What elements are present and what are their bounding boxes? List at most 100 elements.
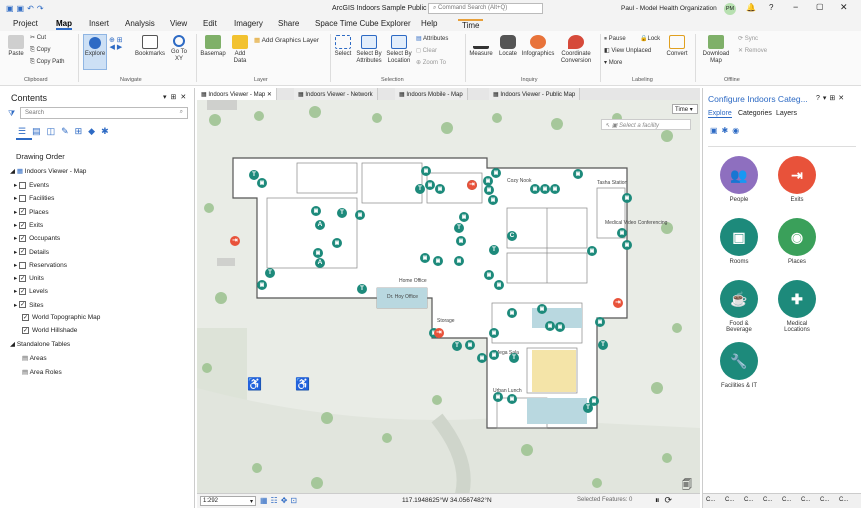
attributes-button[interactable]: ▤ Attributes <box>416 36 448 43</box>
poi-marker-icon[interactable]: ▣ <box>456 236 466 246</box>
copy-button[interactable]: ⎘ Copy <box>30 47 50 54</box>
category-places[interactable]: ◉ Places <box>777 218 817 265</box>
select-by-location-button[interactable]: Select By Location <box>385 35 413 65</box>
explore-button[interactable]: Explore <box>83 34 107 70</box>
select-button[interactable]: Select <box>333 35 353 58</box>
tab-space-time-cube[interactable]: Space Time Cube Explorer <box>315 19 411 28</box>
tab-edit[interactable]: Edit <box>203 19 217 28</box>
poi-marker-icon[interactable]: T <box>489 245 499 255</box>
poi-marker-icon[interactable]: ▣ <box>420 253 430 263</box>
navigate-arrows-icon[interactable]: ⊕ ⊞ ◀ ▶ <box>109 37 123 51</box>
cut-button[interactable]: ✂ Cut <box>30 35 46 42</box>
layer-item[interactable]: ▸ ✓ Places <box>14 208 49 216</box>
clear-button[interactable]: ◻ Clear <box>416 48 437 55</box>
poi-marker-icon[interactable]: A <box>315 220 325 230</box>
poi-marker-icon[interactable]: T <box>415 184 425 194</box>
standalone-tables-node[interactable]: ◢ Standalone Tables <box>10 340 70 348</box>
basemap-button[interactable]: Basemap <box>199 35 227 58</box>
layer-checkbox[interactable]: ✓ <box>19 274 27 282</box>
tab-map[interactable]: Map <box>56 19 72 30</box>
exit-marker-icon[interactable]: ⇥ <box>467 180 477 190</box>
pane-tab[interactable]: C... <box>801 497 810 503</box>
tab-time[interactable]: Time <box>458 19 484 30</box>
exit-marker-icon[interactable]: ⇥ <box>434 328 444 338</box>
layer-checkbox[interactable]: ✓ <box>19 248 27 256</box>
poi-marker-icon[interactable]: ▣ <box>311 206 321 216</box>
pause-labels-button[interactable]: ⏸ Pause <box>604 36 626 43</box>
poi-marker-icon[interactable]: ▣ <box>257 178 267 188</box>
poi-marker-icon[interactable]: ▣ <box>587 246 597 256</box>
tab-explore[interactable]: Explore <box>708 110 732 118</box>
zoom-to-button[interactable]: ⊕ Zoom To <box>416 60 446 67</box>
poi-marker-icon[interactable]: ▣ <box>433 256 443 266</box>
poi-marker-icon[interactable]: ▣ <box>435 184 445 194</box>
infographics-button[interactable]: Infographics <box>521 35 555 58</box>
layer-checkbox[interactable] <box>19 261 27 269</box>
tab-categories[interactable]: Categories <box>738 110 772 117</box>
tab-project[interactable]: Project <box>13 19 38 28</box>
tab-share[interactable]: Share <box>278 19 299 28</box>
locate-button[interactable]: Locate <box>497 35 519 58</box>
layer-item[interactable]: ▸ Reservations <box>14 261 67 269</box>
layer-item[interactable]: ▸ ✓ Levels <box>14 287 48 295</box>
poi-marker-icon[interactable]: ▣ <box>465 340 475 350</box>
tab-indoors-viewer-network[interactable]: ▦ Indoors Viewer - Network <box>294 88 378 100</box>
poi-marker-icon[interactable]: ▣ <box>477 353 487 363</box>
add-graphics-layer-button[interactable]: ▦ Add Graphics Layer <box>254 37 319 44</box>
avatar[interactable]: PM <box>724 3 736 15</box>
pane-tab[interactable]: C... <box>839 497 848 503</box>
add-data-button[interactable]: Add Data <box>229 35 251 65</box>
poi-marker-icon[interactable]: ▣ <box>595 317 605 327</box>
layer-item[interactable]: ▸ ✓ Sites <box>14 301 44 309</box>
category-food-beverage[interactable]: ☕ Food & Beverage <box>719 280 759 333</box>
layer-item[interactable]: ▸ Facilities <box>14 194 54 202</box>
poi-marker-icon[interactable]: ▣ <box>617 228 627 238</box>
layer-checkbox[interactable]: ✓ <box>19 301 27 309</box>
poi-marker-icon[interactable]: ▣ <box>622 240 632 250</box>
pane-tab[interactable]: C... <box>725 497 734 503</box>
poi-marker-icon[interactable]: ▣ <box>421 166 431 176</box>
quick-access-icons[interactable]: ▣▣↶↷ <box>6 4 47 13</box>
bookmarks-button[interactable]: Bookmarks <box>135 35 165 58</box>
poi-marker-icon[interactable]: ▣ <box>459 212 469 222</box>
poi-marker-icon[interactable]: ▣ <box>489 328 499 338</box>
tab-indoors-mobile-map[interactable]: ▦ Indoors Mobile - Map <box>395 88 468 100</box>
poi-marker-icon[interactable]: ▣ <box>507 394 517 404</box>
poi-marker-icon[interactable]: ▣ <box>484 185 494 195</box>
notification-icon[interactable]: 🔔 <box>746 3 756 12</box>
poi-marker-icon[interactable]: ▣ <box>573 169 583 179</box>
scale-selector[interactable]: 1:292 ▾ <box>200 496 256 506</box>
poi-marker-icon[interactable]: T <box>454 223 464 233</box>
layer-item[interactable]: ▸ ✓ Details <box>14 248 49 256</box>
layer-item[interactable]: ▸ ✓ Exits <box>14 221 43 229</box>
tab-imagery[interactable]: Imagery <box>234 19 263 28</box>
convert-button[interactable]: Convert <box>666 35 688 58</box>
explore-toolbar-icons[interactable]: ▣✱◉ <box>710 126 743 135</box>
pane-tab[interactable]: C... <box>744 497 753 503</box>
category-exits[interactable]: ⇥ Exits <box>777 156 817 203</box>
poi-marker-icon[interactable]: T <box>265 268 275 278</box>
map-node[interactable]: ◢ ▦ Indoors Viewer - Map <box>10 167 86 175</box>
pane-options-icon[interactable]: ▾⊞✕ <box>163 93 190 101</box>
poi-marker-icon[interactable]: T <box>452 341 462 351</box>
layer-item[interactable]: ✓ World Topographic Map <box>14 314 100 321</box>
close-icon[interactable]: ✕ <box>840 2 848 13</box>
poi-marker-icon[interactable]: T <box>509 353 519 363</box>
select-by-attributes-button[interactable]: Select By Attributes <box>355 35 383 65</box>
table-areas[interactable]: ▤ Areas <box>22 354 47 362</box>
poi-marker-icon[interactable]: ▣ <box>454 256 464 266</box>
poi-marker-icon[interactable]: ▣ <box>257 280 267 290</box>
category-rooms[interactable]: ▣ Rooms <box>719 218 759 265</box>
poi-marker-icon[interactable]: ▣ <box>355 210 365 220</box>
pane-tab[interactable]: C... <box>763 497 772 503</box>
poi-marker-icon[interactable]: ▣ <box>545 321 555 331</box>
tab-indoors-viewer-map[interactable]: ▦ Indoors Viewer - Map ✕ <box>197 88 277 100</box>
minimize-icon[interactable]: − <box>793 2 798 12</box>
layer-item[interactable]: ▸ ✓ Units <box>14 274 44 282</box>
layer-item[interactable]: ▸ ✓ Occupants <box>14 234 60 242</box>
layer-checkbox[interactable]: ✓ <box>22 314 29 321</box>
table-area-roles[interactable]: ▤ Area Roles <box>22 368 62 376</box>
layer-checkbox[interactable]: ✓ <box>19 208 27 216</box>
poi-marker-icon[interactable]: C <box>507 231 517 241</box>
category-people[interactable]: 👥 People <box>719 156 759 203</box>
